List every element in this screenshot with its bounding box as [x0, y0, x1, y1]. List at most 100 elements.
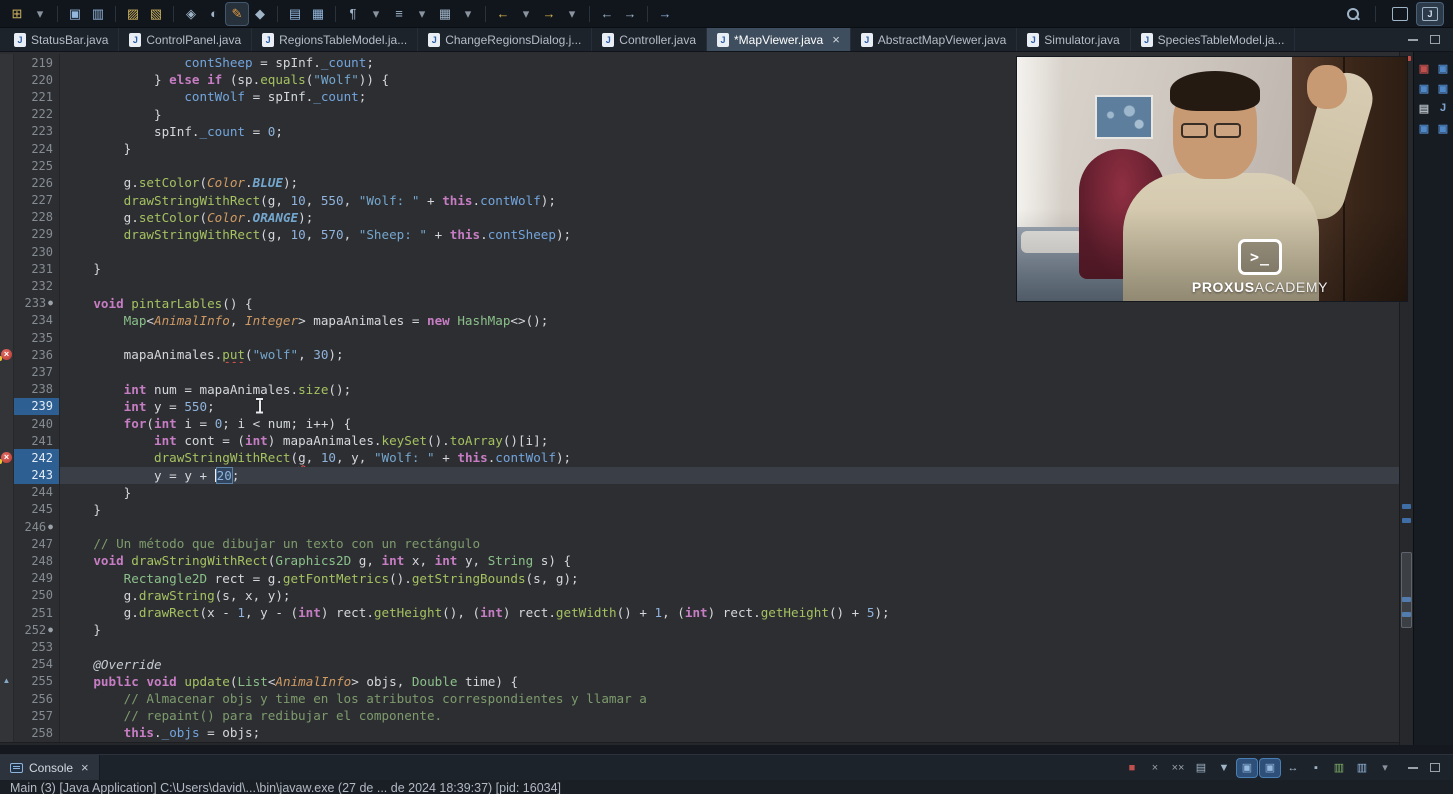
code-text[interactable]	[60, 363, 1399, 380]
annotation-ruler-cell[interactable]	[0, 88, 14, 105]
annotation-ruler-cell[interactable]	[0, 381, 14, 398]
annotation-ruler-cell[interactable]	[0, 449, 14, 466]
annotation-ruler-cell[interactable]	[0, 106, 14, 123]
annotation-ruler-cell[interactable]	[0, 312, 14, 329]
tab-simulator-java[interactable]: JSimulator.java	[1017, 28, 1130, 51]
save-button[interactable]: ▣	[64, 3, 86, 25]
annotation-ruler-cell[interactable]	[0, 398, 14, 415]
code-text[interactable]	[60, 518, 1399, 535]
code-text[interactable]: g.drawString(s, x, y);	[60, 587, 1399, 604]
code-text[interactable]	[60, 329, 1399, 346]
code-text[interactable]: public void update(List<AnimalInfo> objs…	[60, 673, 1399, 690]
search-dialog-button[interactable]: ▦	[307, 3, 329, 25]
line-number[interactable]: 252●	[14, 621, 60, 638]
annotate-button[interactable]: ✎	[226, 3, 248, 25]
previous-edit-button[interactable]: ←	[596, 3, 618, 25]
annotation-ruler-cell[interactable]	[0, 226, 14, 243]
annotation-ruler-cell[interactable]	[0, 587, 14, 604]
annotation-ruler-cell[interactable]	[0, 140, 14, 157]
annotation-ruler-cell[interactable]	[0, 277, 14, 294]
code-text[interactable]: // repaint() para redibujar el component…	[60, 707, 1399, 724]
line-number[interactable]: 248	[14, 552, 60, 569]
line-number[interactable]: 253	[14, 638, 60, 655]
search-button[interactable]	[1342, 3, 1364, 25]
java-perspective-button[interactable]: J	[1417, 3, 1443, 25]
search-view-icon[interactable]: ▣	[1435, 120, 1452, 136]
panel-sash[interactable]	[0, 745, 1453, 754]
tab-mapviewer-java[interactable]: J*MapViewer.java×	[707, 28, 851, 51]
annotation-ruler-cell[interactable]	[0, 432, 14, 449]
list-button[interactable]: ≡	[388, 3, 410, 25]
annotation-ruler-cell[interactable]	[0, 295, 14, 312]
tab-speciestablemodel-ja[interactable]: JSpeciesTableModel.ja...	[1131, 28, 1296, 51]
vertical-scrollbar-thumb[interactable]	[1401, 552, 1412, 628]
console-minimize-button[interactable]	[1403, 758, 1423, 778]
code-text[interactable]: this._objs = objs;	[60, 724, 1399, 741]
list-dropdown[interactable]: ▾	[411, 3, 433, 25]
line-number[interactable]: 239	[14, 398, 60, 415]
annotation-ruler-cell[interactable]	[0, 71, 14, 88]
outline-view-icon[interactable]: ▣	[1435, 60, 1452, 76]
last-edit-location-button[interactable]: →	[654, 3, 676, 25]
line-number[interactable]: 230	[14, 243, 60, 260]
code-text[interactable]: }	[60, 501, 1399, 518]
pin-console-button[interactable]: ▪	[1306, 759, 1326, 777]
line-number[interactable]: 237	[14, 363, 60, 380]
line-number[interactable]: 245	[14, 501, 60, 518]
table-button[interactable]: ▦	[434, 3, 456, 25]
open-console-button[interactable]: ▥	[1352, 759, 1372, 777]
line-number[interactable]: 227	[14, 192, 60, 209]
line-number[interactable]: 255	[14, 673, 60, 690]
annotation-ruler-cell[interactable]	[0, 656, 14, 673]
annotation-ruler-cell[interactable]: ▲	[0, 673, 14, 690]
annotation-ruler-cell[interactable]	[0, 346, 14, 363]
minimize-view-button[interactable]	[1403, 30, 1423, 50]
line-number[interactable]: 229	[14, 226, 60, 243]
line-number[interactable]: 231	[14, 260, 60, 277]
code-text[interactable]: int y = 550;	[60, 398, 1399, 415]
type-hierarchy-view-icon[interactable]: ▣	[1435, 80, 1452, 96]
code-text[interactable]: int num = mapaAnimales.size();	[60, 381, 1399, 398]
tab-console[interactable]: Console ×	[0, 755, 100, 780]
annotation-ruler-cell[interactable]	[0, 123, 14, 140]
line-number[interactable]: 234	[14, 312, 60, 329]
annotation-ruler-cell[interactable]	[0, 467, 14, 484]
code-text[interactable]: Map<AnimalInfo, Integer> mapaAnimales = …	[60, 312, 1399, 329]
line-number[interactable]: 221	[14, 88, 60, 105]
line-number[interactable]: 233●	[14, 295, 60, 312]
back-dropdown[interactable]: ▾	[515, 3, 537, 25]
folder-open-button[interactable]: ▨	[122, 3, 144, 25]
console-maximize-button[interactable]	[1425, 758, 1445, 778]
display-selected-console-button[interactable]: ▥	[1329, 759, 1349, 777]
line-number[interactable]: 238	[14, 381, 60, 398]
line-number[interactable]: 250	[14, 587, 60, 604]
forward-dropdown[interactable]: ▾	[561, 3, 583, 25]
show-on-stdout-button[interactable]: ▣	[1237, 759, 1257, 777]
code-text[interactable]: int cont = (int) mapaAnimales.keySet().t…	[60, 432, 1399, 449]
annotation-ruler-cell[interactable]	[0, 243, 14, 260]
annotation-ruler-cell[interactable]	[0, 707, 14, 724]
save-all-button[interactable]: ▥	[87, 3, 109, 25]
tab-controlpanel-java[interactable]: JControlPanel.java	[119, 28, 252, 51]
annotation-ruler-cell[interactable]	[0, 415, 14, 432]
clear-console-button[interactable]: ▤	[1191, 759, 1211, 777]
remove-launch-button[interactable]: ×	[1145, 759, 1165, 777]
annotation-ruler-cell[interactable]	[0, 209, 14, 226]
annotation-ruler-cell[interactable]	[0, 157, 14, 174]
new-wizard-dropdown[interactable]: ▾	[29, 3, 51, 25]
annotation-ruler-cell[interactable]	[0, 192, 14, 209]
line-number[interactable]: 242	[14, 449, 60, 466]
open-type-button[interactable]: ▤	[284, 3, 306, 25]
code-text[interactable]: drawStringWithRect(g, 10, y, "Wolf: " + …	[60, 449, 1399, 466]
code-text[interactable]	[60, 638, 1399, 655]
code-text[interactable]: Rectangle2D rect = g.getFontMetrics().ge…	[60, 570, 1399, 587]
line-number[interactable]: 256	[14, 690, 60, 707]
paragraph-button[interactable]: ¶	[342, 3, 364, 25]
problems-view-icon[interactable]: ▣	[1416, 60, 1433, 76]
line-number[interactable]: 223	[14, 123, 60, 140]
annotation-ruler-cell[interactable]	[0, 363, 14, 380]
code-text[interactable]: // Almacenar objs y time en los atributo…	[60, 690, 1399, 707]
line-number[interactable]: 222	[14, 106, 60, 123]
line-number[interactable]: 226	[14, 174, 60, 191]
code-text[interactable]: g.drawRect(x - 1, y - (int) rect.getHeig…	[60, 604, 1399, 621]
